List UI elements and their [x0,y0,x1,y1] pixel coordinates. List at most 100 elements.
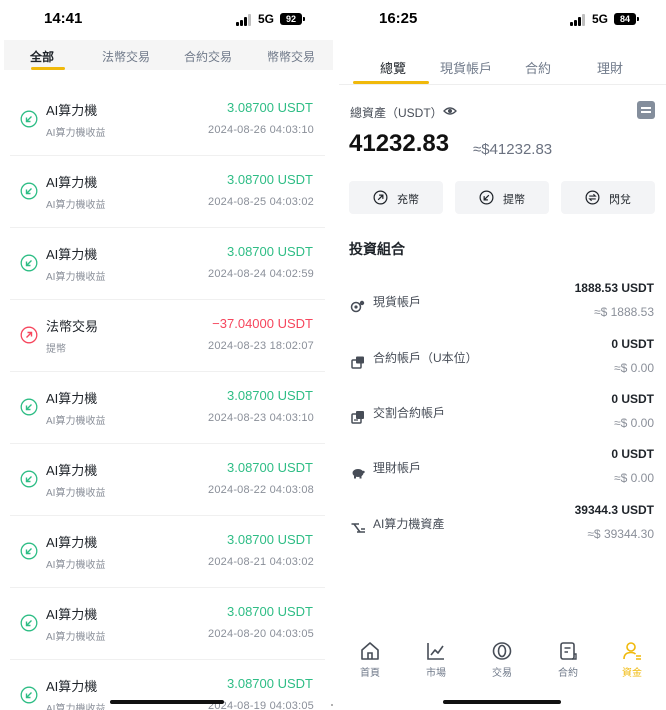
network-label: 5G [258,12,275,26]
account-name: 交割合約帳戶 [373,406,446,420]
home-indicator [443,700,561,704]
nav-contract-label: 合約 [558,668,578,679]
separator-dot [331,704,333,706]
nav-contract[interactable]: 合約 [543,640,593,679]
transaction-name: AI算力機 [46,607,98,622]
spot-icon [350,300,365,313]
transaction-amount: 3.08700 USDT [227,676,313,691]
nav-market[interactable]: 市場 [411,640,461,679]
transaction-row[interactable]: AI算力機 AI算力機收益 3.08700 USDT 2024-08-25 04:03… [0,156,333,228]
transaction-date: 2024-08-21 04:03:02 [208,556,314,568]
delivery-icon [351,411,364,424]
transaction-amount: 3.08700 USDT [227,100,313,115]
nav-assets-label: 資金 [622,668,642,679]
transaction-type: AI算力機收益 [46,488,106,499]
account-row[interactable]: 合約帳戶（U本位） 0 USDT ≈$ 0.00 [339,337,666,392]
transaction-amount: 3.08700 USDT [227,604,313,619]
transaction-row[interactable]: 法幣交易 提幣 −37.04000 USDT 2024-08-23 18:02:07 [0,300,333,372]
deposit-icon [373,190,388,205]
arrow-in-icon [20,686,38,704]
transaction-date: 2024-08-26 04:03:10 [208,124,314,136]
transaction-row[interactable]: AI算力機 AI算力機收益 3.08700 USDT 2024-08-21 04:03… [0,516,333,588]
nav-market-label: 市場 [426,668,446,679]
transaction-date: 2024-08-24 04:02:59 [208,268,314,280]
transaction-date: 2024-08-20 04:03:05 [208,628,314,640]
signal-icon [236,14,254,26]
market-chart-icon [427,643,444,660]
trade-icon [492,642,512,660]
withdraw-label: 提幣 [503,194,525,206]
account-tabs: 總覽 現貨帳戶 合約 理財 [339,48,666,84]
tab-fiat-trade[interactable]: 法幣交易 [102,48,150,65]
signal-icon [570,14,588,26]
account-value: 0 USDT [611,337,654,351]
account-fiat: ≈$ 1888.53 [594,305,654,319]
bottom-nav: 首頁 市場 交易 合約 資金 [339,640,666,690]
arrow-in-icon [20,470,38,488]
total-assets-value: 41232.83 [349,130,450,157]
transaction-name: AI算力機 [46,391,98,406]
tab-earn[interactable]: 理財 [597,58,623,77]
eye-icon[interactable] [443,106,457,116]
mining-icon [351,523,365,533]
status-bar: 14:41 5G 92 [0,10,333,30]
transaction-amount: 3.08700 USDT [227,532,313,547]
account-fiat: ≈$ 39344.30 [587,527,654,541]
transaction-type: AI算力機收益 [46,416,106,427]
transaction-amount: 3.08700 USDT [227,388,313,403]
tab-futures[interactable]: 合約 [525,58,551,77]
battery-icon: 92 [280,13,305,25]
account-row[interactable]: AI算力機資產 39344.3 USDT ≈$ 39344.30 [339,503,666,558]
transaction-row[interactable]: AI算力機 AI算力機收益 3.08700 USDT 2024-08-22 04:03… [0,444,333,516]
account-value: 0 USDT [611,447,654,461]
swap-button[interactable]: 閃兌 [561,181,655,214]
tab-spot-trade[interactable]: 幣幣交易 [267,48,315,65]
account-fiat: ≈$ 0.00 [614,361,654,375]
tab-all[interactable]: 全部 [30,48,54,65]
asset-overview-screen: 16:25 5G 84 總覽 現貨帳戶 合約 理財 總資產（USDT） 4123… [339,0,666,710]
nav-assets[interactable]: 資金 [607,640,657,679]
tab-spot-account[interactable]: 現貨帳戶 [440,58,492,77]
account-value: 39344.3 USDT [574,503,654,517]
battery-icon: 84 [614,13,639,25]
tab-futures-trade[interactable]: 合約交易 [184,48,232,65]
status-time: 16:25 [379,10,418,27]
deposit-button[interactable]: 充幣 [349,181,443,214]
transaction-name: AI算力機 [46,247,98,262]
transaction-type: AI算力機收益 [46,272,106,283]
account-name: 現貨帳戶 [373,295,422,309]
nav-home-label: 首頁 [360,668,380,679]
transaction-row[interactable]: AI算力機 AI算力機收益 3.08700 USDT 2024-08-26 04:03… [0,84,333,156]
menu-icon[interactable] [637,101,655,119]
total-assets-fiat: ≈$41232.83 [473,141,553,158]
transaction-amount: 3.08700 USDT [227,460,313,475]
transaction-row[interactable]: AI算力機 AI算力機收益 3.08700 USDT 2024-08-24 04:02… [0,228,333,300]
account-name: 合約帳戶（U本位） [373,351,478,365]
withdraw-button[interactable]: 提幣 [455,181,549,214]
tab-overview[interactable]: 總覽 [380,58,406,77]
transaction-name: 法幣交易 [46,319,99,334]
transaction-row[interactable]: AI算力機 AI算力機收益 3.08700 USDT 2024-08-20 04:03… [0,588,333,660]
portfolio-title: 投資組合 [349,241,405,257]
transaction-history-screen: 14:41 5G 92 全部 法幣交易 合約交易 幣幣交易 AI算力機 AI算力機… [0,0,333,710]
transaction-row[interactable]: AI算力機 AI算力機收益 3.08700 USDT 2024-08-23 04:03… [0,372,333,444]
arrow-in-icon [20,542,38,560]
nav-home[interactable]: 首頁 [345,640,395,679]
nav-trade[interactable]: 交易 [477,640,527,679]
transaction-amount: −37.04000 USDT [212,316,313,331]
swap-label: 閃兌 [609,194,631,206]
arrow-out-icon [20,326,38,344]
account-value: 1888.53 USDT [574,281,654,295]
account-row[interactable]: 理財帳戶 0 USDT ≈$ 0.00 [339,447,666,502]
tabs-divider [339,84,666,85]
account-value: 0 USDT [611,392,654,406]
account-name: AI算力機資產 [373,517,445,531]
transaction-amount: 3.08700 USDT [227,244,313,259]
account-row[interactable]: 交割合約帳戶 0 USDT ≈$ 0.00 [339,392,666,447]
arrow-in-icon [20,614,38,632]
home-icon [361,642,379,660]
withdraw-icon [479,190,494,205]
transaction-name: AI算力機 [46,463,98,478]
account-row[interactable]: 現貨帳戶 1888.53 USDT ≈$ 1888.53 [339,281,666,336]
account-name: 理財帳戶 [373,461,422,475]
